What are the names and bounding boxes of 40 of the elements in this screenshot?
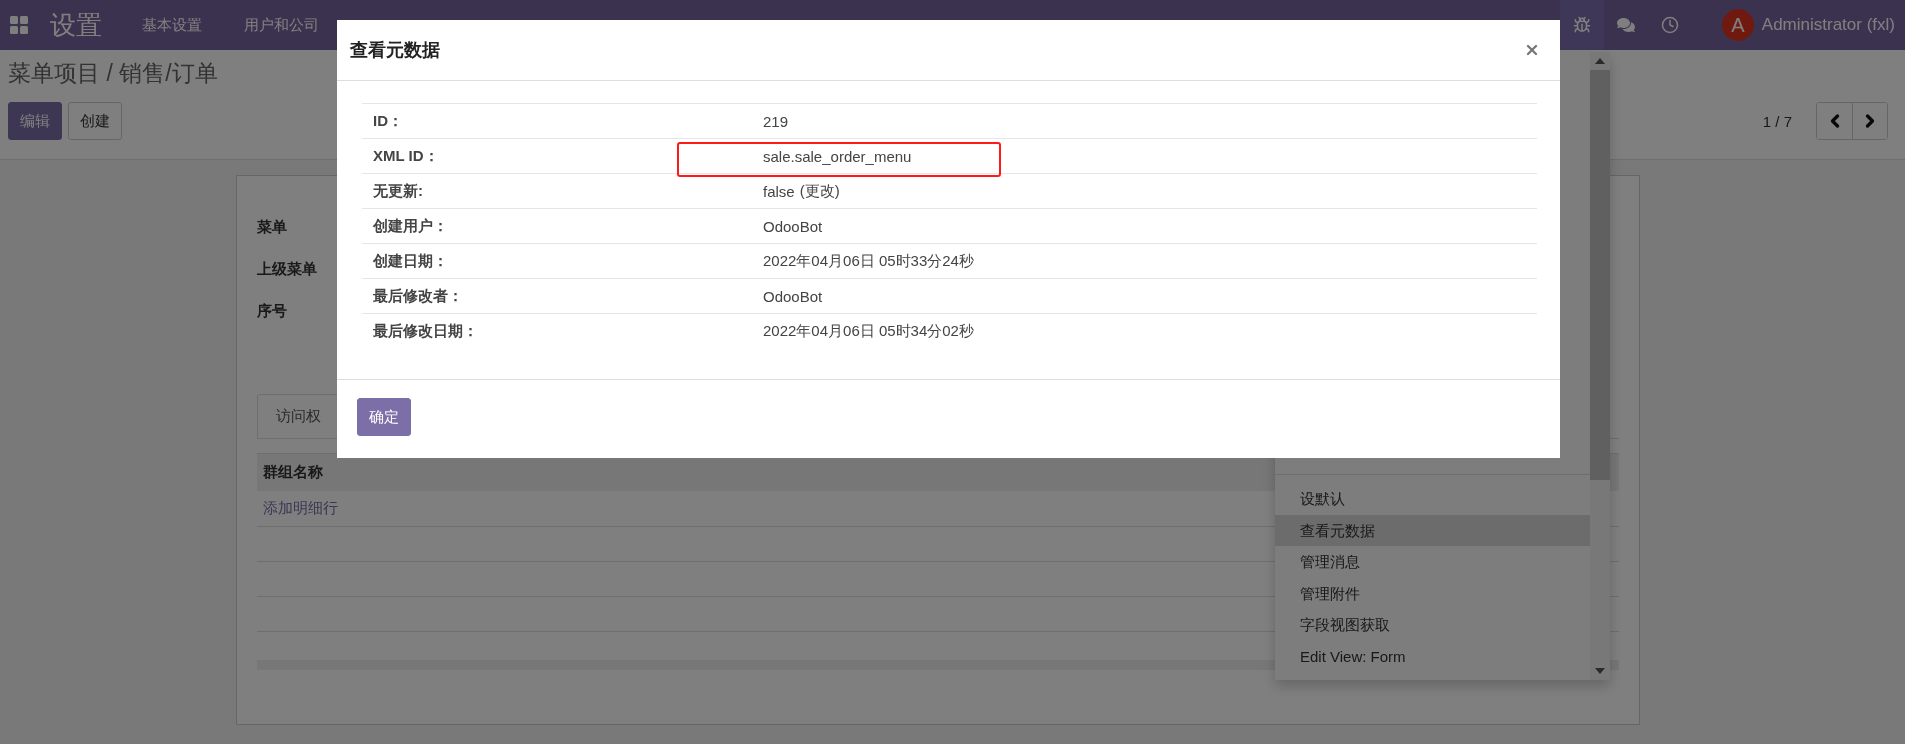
metadata-label: 无更新: bbox=[372, 181, 424, 201]
menu-item[interactable]: 查看元数据 bbox=[1275, 514, 1590, 546]
metadata-value: 2022年04月06日 05时33分24秒 bbox=[763, 251, 974, 271]
apps-grid-icon[interactable] bbox=[10, 16, 28, 34]
field-label: 序号 bbox=[257, 302, 287, 321]
metadata-label: XML ID： bbox=[372, 146, 440, 166]
metadata-value: 2022年04月06日 05时34分02秒 bbox=[763, 321, 974, 341]
menu-item[interactable]: 字段视图获取 bbox=[1275, 609, 1590, 641]
metadata-value: 219 bbox=[763, 112, 789, 130]
scrollbar[interactable] bbox=[1590, 52, 1610, 680]
scroll-up-icon[interactable] bbox=[1595, 58, 1605, 64]
metadata-label: 创建用户： bbox=[372, 216, 449, 236]
metadata-label: 最后修改日期： bbox=[372, 321, 479, 341]
confirm-button[interactable]: 确定 bbox=[357, 398, 411, 436]
create-button[interactable]: 创建 bbox=[68, 102, 122, 140]
menu-item[interactable]: 管理消息 bbox=[1275, 546, 1590, 578]
next-button[interactable] bbox=[1852, 103, 1887, 139]
metadata-value: false bbox=[763, 182, 795, 200]
field-label: 上级菜单 bbox=[257, 260, 317, 279]
pager-counter: 1 / 7 bbox=[1762, 112, 1792, 130]
metadata-label: ID： bbox=[372, 111, 404, 131]
app-title: 设置 bbox=[50, 8, 102, 42]
metadata-value: sale.sale_order_menu bbox=[763, 147, 912, 165]
metadata-value: OdooBot bbox=[763, 217, 823, 235]
change-link[interactable]: (更改) bbox=[799, 181, 840, 201]
breadcrumb: 菜单项目 / 销售/订单 bbox=[8, 59, 218, 88]
user-name[interactable]: Administrator (fxl) bbox=[1761, 15, 1895, 35]
edit-button[interactable]: 编辑 bbox=[8, 102, 62, 140]
metadata-value: OdooBot bbox=[763, 287, 823, 305]
menu-item[interactable]: 管理附件 bbox=[1275, 577, 1590, 609]
debug-bug-icon[interactable] bbox=[1559, 0, 1604, 50]
nav-menu-item[interactable]: 用户和公司 bbox=[244, 15, 319, 35]
nav-menu-item[interactable]: 基本设置 bbox=[142, 15, 202, 35]
metadata-label: 最后修改者： bbox=[372, 286, 464, 306]
dialog-title: 查看元数据 bbox=[350, 39, 440, 62]
user-avatar[interactable]: A bbox=[1721, 9, 1754, 41]
field-label: 菜单 bbox=[257, 218, 287, 237]
metadata-label: 创建日期： bbox=[372, 251, 449, 271]
scroll-down-icon[interactable] bbox=[1595, 668, 1605, 674]
menu-item[interactable]: Edit View: Form bbox=[1275, 640, 1590, 672]
